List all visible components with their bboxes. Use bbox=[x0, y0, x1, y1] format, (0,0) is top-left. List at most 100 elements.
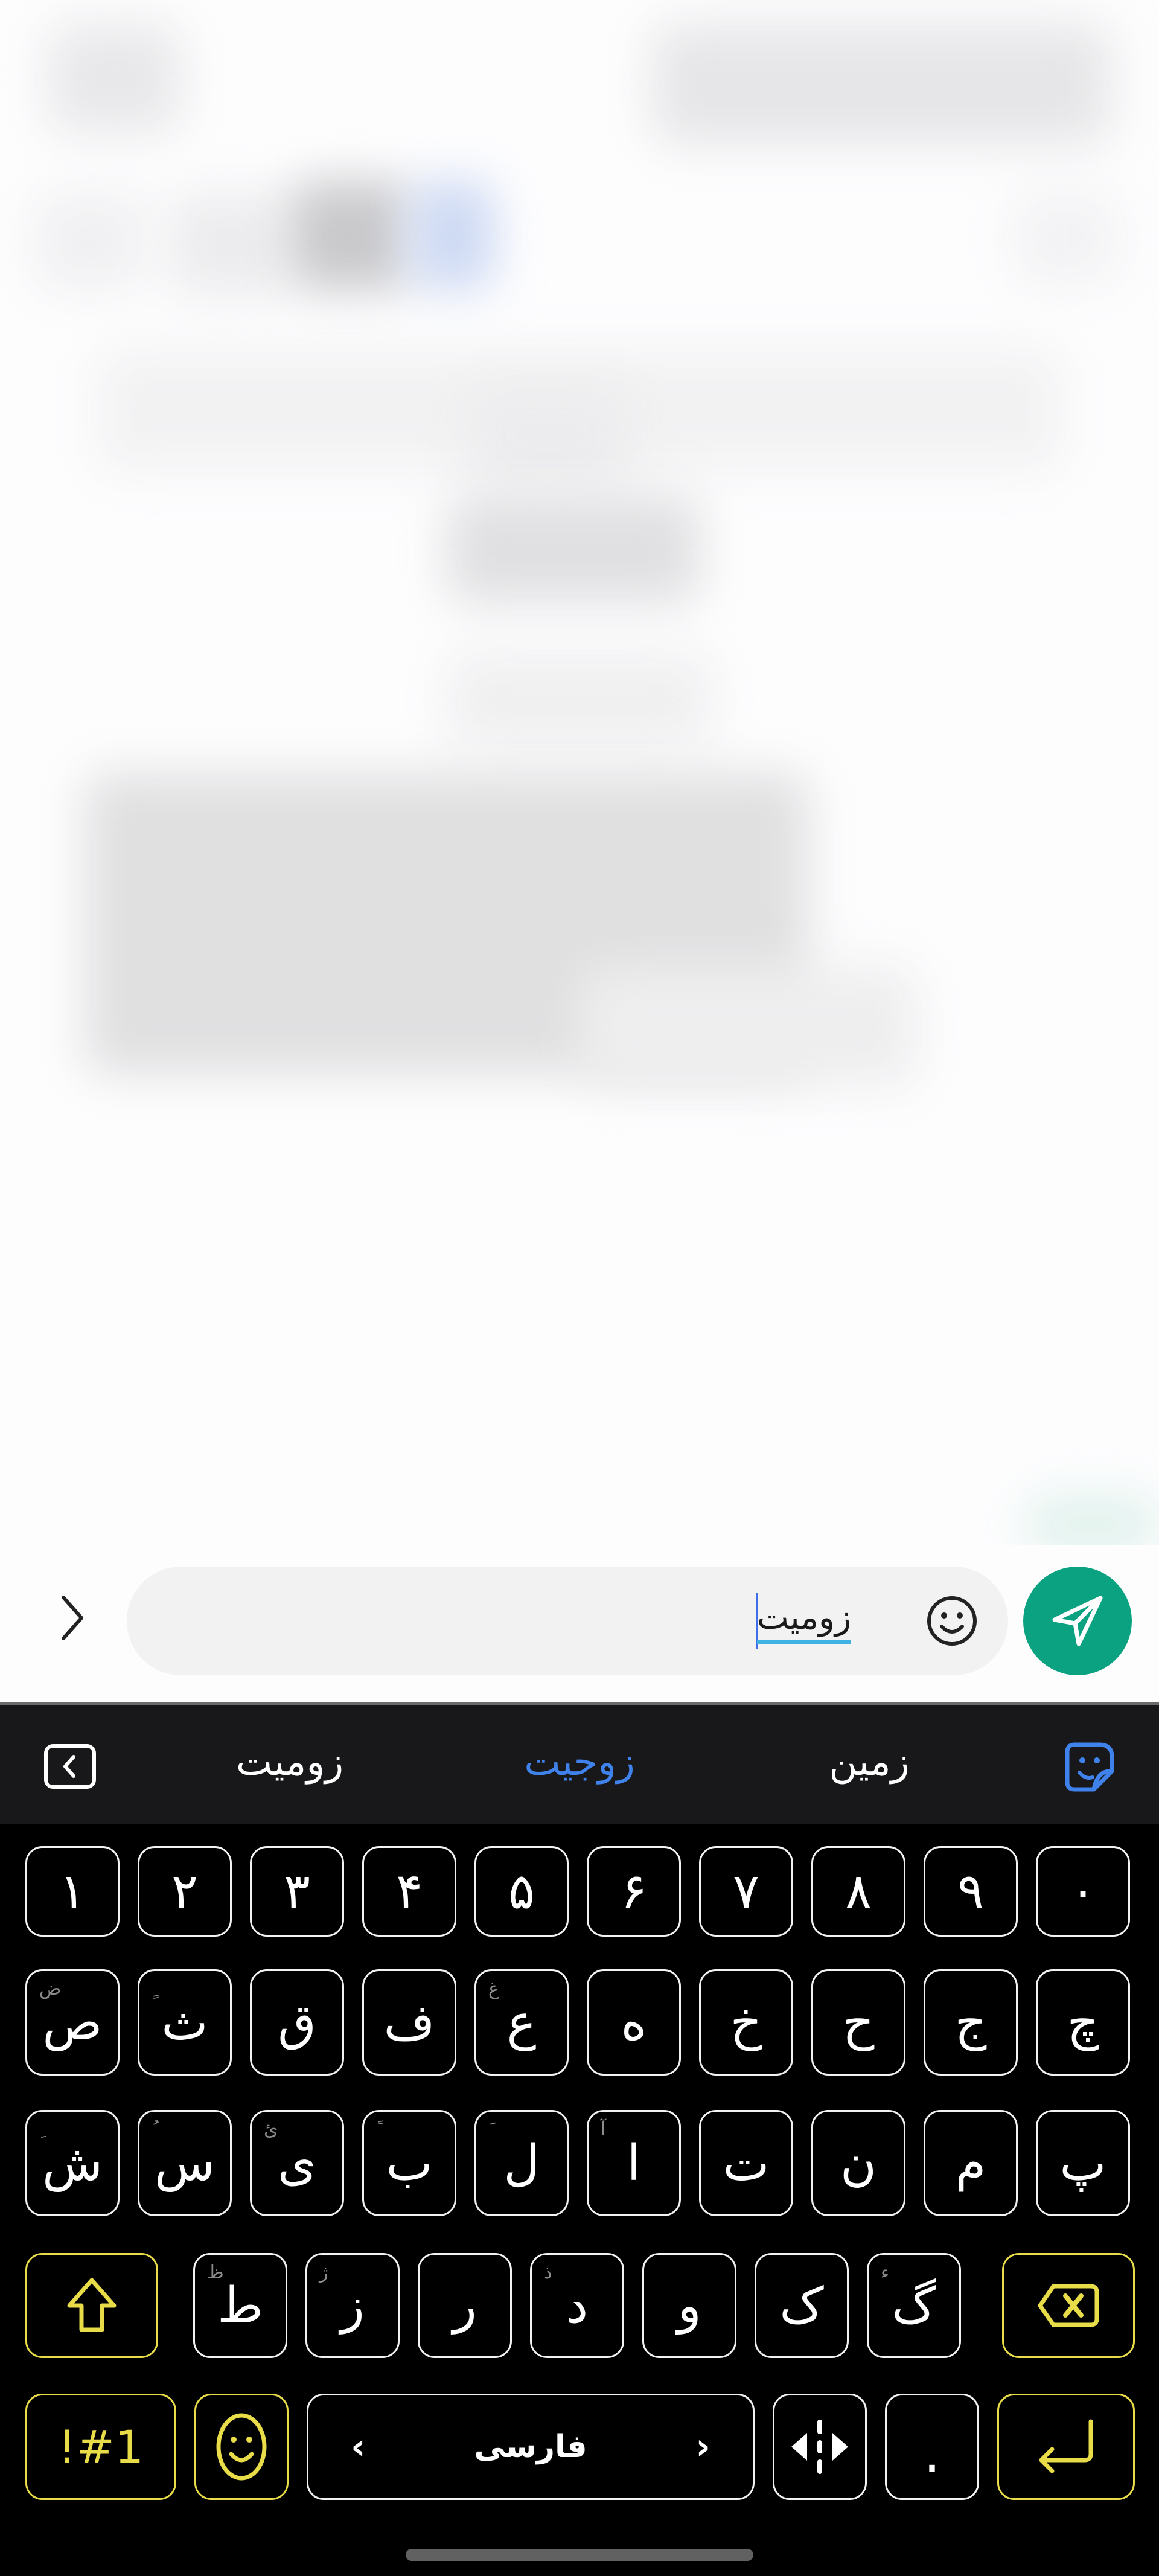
collapse-toolbar-icon bbox=[44, 1744, 96, 1789]
letter-key[interactable]: ژز bbox=[305, 2253, 400, 2358]
letter-key[interactable]: و bbox=[642, 2253, 736, 2358]
letter-key[interactable]: ذد bbox=[530, 2253, 624, 2358]
letter-key[interactable]: َل bbox=[474, 2110, 569, 2216]
symbols-key[interactable]: !#1 bbox=[25, 2394, 176, 2500]
letter-key[interactable]: ک bbox=[755, 2253, 849, 2358]
letter-key[interactable]: ضص bbox=[25, 1969, 120, 2076]
message-input[interactable]: زومیت bbox=[127, 1567, 1008, 1675]
number-key[interactable]: ۹ bbox=[924, 1846, 1018, 1937]
key-label: ۱ bbox=[59, 1862, 86, 1920]
letter-key[interactable]: ت bbox=[699, 2110, 793, 2216]
key-label: ب bbox=[386, 2134, 433, 2192]
number-key[interactable]: ۳ bbox=[250, 1846, 344, 1937]
key-label: پ bbox=[1059, 2134, 1106, 2192]
key-label: ک bbox=[779, 2277, 824, 2335]
smiley-icon bbox=[216, 2413, 267, 2481]
blurred-banner-center bbox=[471, 386, 628, 483]
letter-key[interactable]: ُس bbox=[138, 2110, 232, 2216]
number-key[interactable]: ۴ bbox=[362, 1846, 456, 1937]
letter-key[interactable]: ًب bbox=[362, 2110, 456, 2216]
composing-text: زومیت bbox=[757, 1598, 851, 1637]
blurred-system-message bbox=[447, 652, 712, 749]
alternate-char: ض bbox=[39, 1978, 62, 1999]
cursor-move-icon bbox=[791, 2420, 848, 2474]
letter-key[interactable]: چ bbox=[1036, 1969, 1130, 2076]
shift-arrow-up-icon bbox=[67, 2278, 117, 2332]
key-label: و bbox=[677, 2277, 701, 2335]
alternate-char: غ bbox=[488, 1978, 499, 1999]
letter-key[interactable]: ف bbox=[362, 1969, 456, 2076]
letter-key[interactable]: ن bbox=[811, 2110, 905, 2216]
number-key[interactable]: ۷ bbox=[699, 1846, 793, 1937]
number-key[interactable]: ۶ bbox=[587, 1846, 681, 1937]
letter-key[interactable]: ءگ bbox=[867, 2253, 961, 2358]
emoji-key[interactable] bbox=[194, 2394, 289, 2500]
number-key[interactable]: ۰ bbox=[1036, 1846, 1130, 1937]
backspace-icon bbox=[1038, 2284, 1099, 2327]
backspace-key[interactable] bbox=[1002, 2253, 1135, 2358]
number-key[interactable]: ۲ bbox=[138, 1846, 232, 1937]
blurred-message-meta bbox=[580, 966, 918, 1087]
key-label: ی bbox=[277, 2134, 317, 2192]
key-label: م bbox=[955, 2134, 986, 2192]
toolbar-toggle-button[interactable] bbox=[42, 1742, 98, 1791]
blurred-header-badge bbox=[410, 181, 495, 290]
key-label: ۶ bbox=[620, 1862, 648, 1920]
sticker-icon bbox=[1065, 1742, 1114, 1792]
key-label: ز bbox=[340, 2277, 365, 2335]
alternate-char: ژ bbox=[319, 2262, 328, 2283]
key-label: ۹ bbox=[957, 1862, 985, 1920]
letter-key[interactable]: غع bbox=[474, 1969, 569, 2076]
background-app-blurred bbox=[0, 0, 1159, 1545]
letter-key[interactable]: ظط bbox=[193, 2253, 287, 2358]
number-key[interactable]: ۵ bbox=[474, 1846, 569, 1937]
letter-key[interactable]: ر bbox=[418, 2253, 512, 2358]
space-key[interactable]: ‹ فارسی › bbox=[307, 2394, 755, 2500]
letter-key[interactable]: آا bbox=[587, 2110, 681, 2216]
blurred-status-left bbox=[48, 24, 181, 133]
message-input-value[interactable]: زومیت bbox=[756, 1593, 851, 1649]
sticker-button[interactable] bbox=[1062, 1740, 1117, 1794]
cursor-move-key[interactable] bbox=[773, 2394, 867, 2500]
emoji-button[interactable] bbox=[923, 1592, 981, 1650]
key-label: د bbox=[566, 2277, 589, 2335]
key-label: ۵ bbox=[508, 1862, 535, 1920]
key-label: ۴ bbox=[395, 1862, 423, 1920]
alternate-char: ء bbox=[881, 2262, 890, 2283]
suggestion-3[interactable]: زمین bbox=[779, 1729, 960, 1795]
key-label: ت bbox=[723, 2134, 770, 2192]
letter-key[interactable]: ج bbox=[924, 1969, 1018, 2076]
expand-button[interactable] bbox=[42, 1588, 103, 1648]
enter-key[interactable] bbox=[997, 2394, 1135, 2500]
key-label: گ bbox=[892, 2277, 936, 2335]
letter-key[interactable]: ق bbox=[250, 1969, 344, 2076]
period-key[interactable]: . bbox=[885, 2394, 979, 2500]
key-label: ه bbox=[621, 1993, 647, 2051]
key-label: ل bbox=[503, 2134, 540, 2192]
suggestion-1[interactable]: زومیت bbox=[199, 1729, 380, 1795]
letter-key[interactable]: ح bbox=[811, 1969, 905, 2076]
number-key[interactable]: ۸ bbox=[811, 1846, 905, 1937]
letter-key[interactable]: خ bbox=[699, 1969, 793, 2076]
letter-key[interactable]: م bbox=[924, 2110, 1018, 2216]
suggestion-2[interactable]: زوجیت bbox=[489, 1729, 670, 1795]
shift-key[interactable] bbox=[25, 2253, 158, 2358]
key-label: ن bbox=[840, 2134, 877, 2192]
letter-key[interactable]: پ bbox=[1036, 2110, 1130, 2216]
home-indicator[interactable] bbox=[406, 2549, 753, 2561]
letter-key[interactable]: ه bbox=[587, 1969, 681, 2076]
space-language-label: فارسی bbox=[474, 2429, 587, 2465]
number-key[interactable]: ۱ bbox=[25, 1846, 120, 1937]
key-label: ۳ bbox=[283, 1862, 311, 1920]
letter-key[interactable]: ٍث bbox=[138, 1969, 232, 2076]
key-label: خ bbox=[730, 1993, 762, 2051]
key-label: ط bbox=[217, 2277, 263, 2335]
blurred-header-back bbox=[36, 193, 145, 290]
key-label: ر bbox=[453, 2277, 477, 2335]
key-label: ث bbox=[161, 1993, 208, 2051]
letter-key[interactable]: ِش bbox=[25, 2110, 120, 2216]
blurred-scroll-fab bbox=[1026, 1497, 1159, 1545]
key-label: ۰ bbox=[1069, 1862, 1097, 1920]
letter-key[interactable]: ئی bbox=[250, 2110, 344, 2216]
send-button[interactable] bbox=[1023, 1567, 1132, 1675]
